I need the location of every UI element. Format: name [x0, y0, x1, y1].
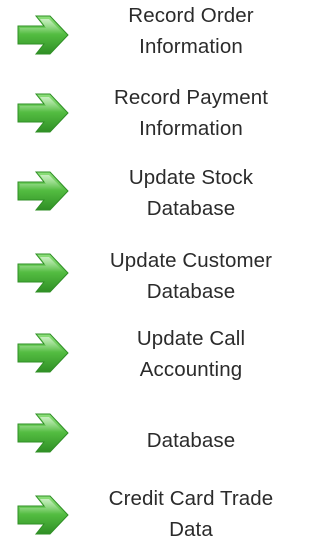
right-arrow-icon — [14, 250, 72, 296]
right-arrow-icon — [14, 90, 72, 136]
right-arrow-icon — [14, 168, 72, 214]
item-label: Update Stock Database — [128, 166, 254, 220]
item-label: Database — [146, 429, 236, 452]
list-item: Update Call Accounting — [0, 318, 304, 388]
right-arrow-icon — [14, 492, 72, 538]
list-item: Update Customer Database — [0, 238, 304, 308]
item-label: Record Order Information — [128, 4, 254, 58]
item-label: Update Call Accounting — [136, 327, 246, 381]
item-label: Record Payment Information — [113, 86, 269, 140]
right-arrow-icon — [14, 12, 72, 58]
item-label: Update Customer Database — [109, 249, 273, 303]
step-list: Record Order Information Record Payment … — [0, 0, 304, 548]
right-arrow-icon — [14, 330, 72, 376]
right-arrow-icon — [14, 410, 72, 456]
item-label: Credit Card Trade Data — [108, 487, 274, 541]
list-item: Credit Card Trade Data — [0, 480, 304, 550]
list-item: Record Order Information — [0, 2, 304, 72]
list-item: Record Payment Information — [0, 80, 304, 150]
list-item: Database — [0, 400, 304, 470]
list-item: Update Stock Database — [0, 158, 304, 228]
